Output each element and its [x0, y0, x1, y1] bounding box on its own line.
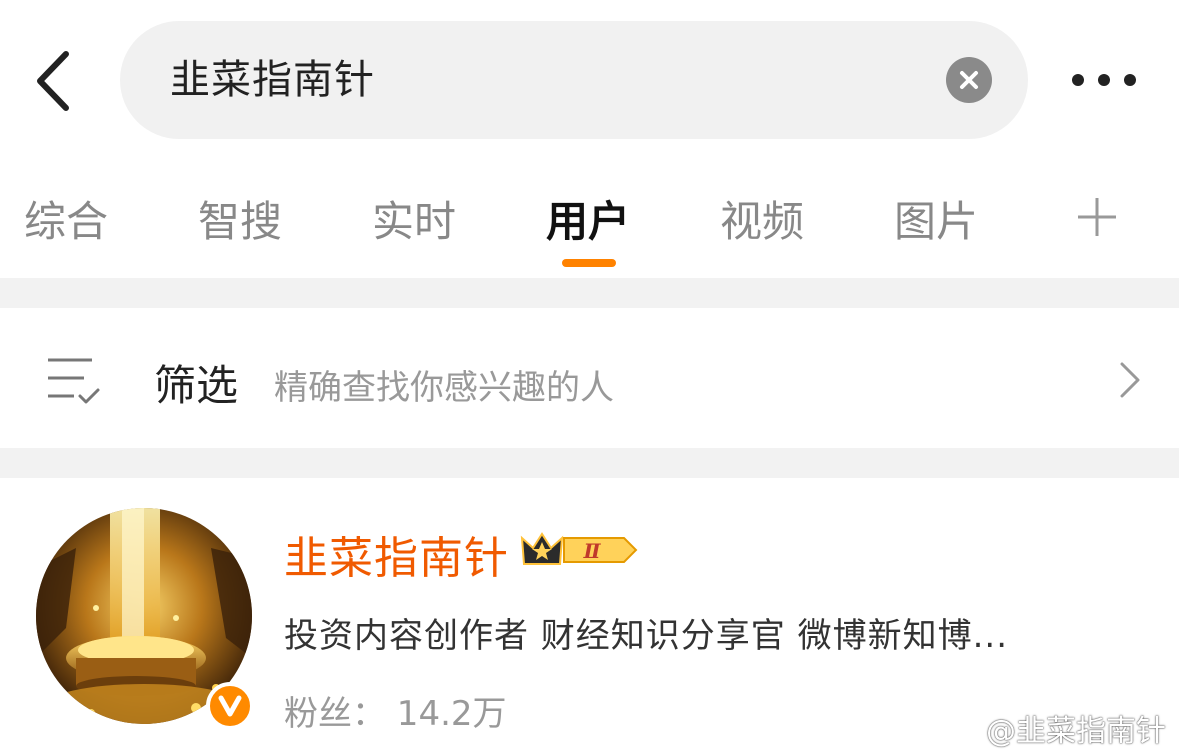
user-description: 投资内容创作者 财经知识分享官 微博新知博...	[284, 616, 1009, 656]
tab-users[interactable]: 用户	[546, 188, 630, 249]
tab-videos[interactable]: 视频	[720, 188, 804, 249]
user-fans-count: 粉丝： 14.2万	[284, 694, 507, 734]
back-icon[interactable]	[28, 48, 84, 114]
active-tab-indicator	[562, 259, 616, 267]
section-divider	[0, 278, 1179, 308]
chevron-right-icon	[1114, 358, 1144, 402]
v-verified-icon	[206, 682, 254, 730]
search-query[interactable]: 韭菜指南针	[170, 21, 375, 139]
tab-smart-search[interactable]: 智搜	[198, 188, 282, 249]
clear-icon[interactable]	[946, 57, 992, 103]
watermark: @韭菜指南针	[930, 706, 1166, 750]
more-options-icon[interactable]	[1068, 58, 1140, 102]
search-input[interactable]: 韭菜指南针	[120, 21, 1028, 139]
search-tabs: 综合 智搜 实时 用户 视频 图片	[0, 160, 1179, 278]
tab-images[interactable]: 图片	[894, 188, 978, 249]
level-badge-text: Ⅱ	[583, 539, 602, 563]
add-tab-icon[interactable]	[1074, 194, 1120, 240]
user-name[interactable]: 韭菜指南针	[284, 522, 509, 586]
filter-subtitle: 精确查找你感兴趣的人	[274, 368, 614, 408]
filter-title: 筛选	[154, 361, 239, 410]
tab-realtime[interactable]: 实时	[372, 188, 456, 249]
filter-row[interactable]: 筛选 精确查找你感兴趣的人	[0, 308, 1179, 448]
watermark-text: @韭菜指南针	[986, 714, 1166, 749]
crown-level-icon: Ⅱ	[520, 528, 638, 572]
filter-list-icon	[44, 350, 104, 410]
tab-comprehensive[interactable]: 综合	[24, 188, 108, 249]
section-divider	[0, 448, 1179, 478]
search-header: 韭菜指南针	[0, 0, 1179, 160]
weibo-logo-icon	[933, 715, 976, 745]
